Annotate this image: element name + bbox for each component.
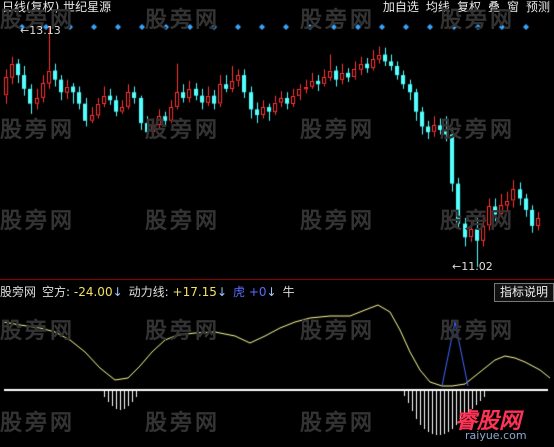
- window-button[interactable]: 窗: [507, 0, 519, 14]
- indicator-bar: 股旁网 空方: -24.00↓ 动力线: +17.15↓ 虎 +0↓ 牛: [0, 284, 295, 300]
- high-price-label: ←13.13: [20, 24, 61, 37]
- adjust-price-button[interactable]: 复权: [457, 0, 481, 14]
- down-arrow-icon: ↓: [266, 285, 277, 299]
- candlestick-chart[interactable]: [0, 0, 554, 447]
- indicator-help-button[interactable]: 指标说明: [494, 283, 554, 302]
- site-logo: 睿股网 raiyue.com: [425, 407, 553, 447]
- low-price-label: ←11.02: [452, 260, 493, 273]
- niu-label: 牛: [282, 285, 295, 299]
- add-watchlist-button[interactable]: 加自选: [383, 0, 419, 14]
- overlay-button[interactable]: 叠: [488, 0, 500, 14]
- stock-title: 日线(复权) 世纪星源: [2, 0, 112, 14]
- dongli-group: 动力线: +17.15↓: [128, 285, 227, 299]
- hu-group: 虎 +0↓: [233, 285, 277, 299]
- down-arrow-icon: ↓: [112, 285, 123, 299]
- toolbar-menu: 加自选 均线 复权 叠 窗 预测: [383, 0, 550, 14]
- panel-divider: [0, 279, 554, 280]
- kong-group: 空方: -24.00↓: [42, 285, 123, 299]
- logo-url: raiyue.com: [465, 429, 527, 442]
- moving-average-button[interactable]: 均线: [426, 0, 450, 14]
- indicator-name: 股旁网: [0, 285, 37, 299]
- forecast-button[interactable]: 预测: [526, 0, 550, 14]
- title-bar: 日线(复权) 世纪星源 加自选 均线 复权 叠 窗 预测: [0, 0, 554, 14]
- down-arrow-icon: ↓: [216, 285, 227, 299]
